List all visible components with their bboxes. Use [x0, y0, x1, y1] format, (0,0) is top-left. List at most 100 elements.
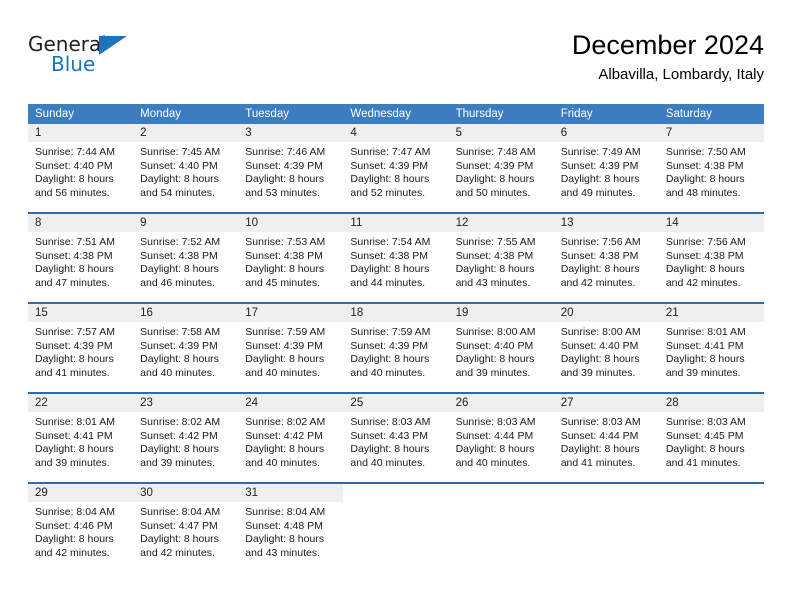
sunset-text: Sunset: 4:39 PM	[455, 159, 534, 172]
day-cell[interactable]: 10 Sunrise: 7:53 AM Sunset: 4:38 PM Dayligh…	[238, 214, 344, 298]
day-number: 20	[553, 304, 659, 322]
day-details: Sunrise: 8:01 AM Sunset: 4:41 PM Daylight:…	[28, 412, 133, 470]
title-block: December 2024 Albavilla, Lombardy, Italy	[572, 28, 764, 86]
day-number	[658, 484, 764, 502]
sunrise-text: Sunrise: 7:55 AM	[455, 236, 536, 248]
day-cell[interactable]: 27 Sunrise: 8:03 AM Sunset: 4:44 PM Dayligh…	[553, 394, 659, 478]
day-cell[interactable]: 6 Sunrise: 7:49 AM Sunset: 4:39 PM Daylight…	[553, 124, 659, 208]
daylight-text-line1: Daylight: 8 hours	[245, 533, 325, 545]
day-cell[interactable]: 25 Sunrise: 8:03 AM Sunset: 4:43 PM Dayligh…	[343, 394, 449, 478]
daylight-text-line2: and 45 minutes.	[245, 276, 320, 289]
daylight-text-line1: Daylight: 8 hours	[35, 173, 114, 185]
sunrise-text: Sunrise: 7:44 AM	[35, 146, 115, 158]
sunset-text: Sunset: 4:40 PM	[140, 159, 218, 172]
sunrise-text: Sunrise: 8:00 AM	[455, 326, 536, 338]
day-cell[interactable]: 15 Sunrise: 7:57 AM Sunset: 4:39 PM Dayligh…	[28, 304, 134, 388]
day-cell[interactable]: 19 Sunrise: 8:00 AM Sunset: 4:40 PM Dayligh…	[448, 304, 554, 388]
daylight-text-line1: Daylight: 8 hours	[140, 443, 219, 455]
day-number	[343, 484, 449, 502]
day-cell-empty	[553, 484, 659, 568]
day-details: Sunrise: 7:49 AM Sunset: 4:39 PM Daylight:…	[554, 142, 659, 200]
day-number: 31	[238, 484, 344, 502]
daylight-text-line1: Daylight: 8 hours	[350, 443, 430, 455]
day-cell[interactable]: 17 Sunrise: 7:59 AM Sunset: 4:39 PM Dayligh…	[238, 304, 344, 388]
day-cell[interactable]: 9 Sunrise: 7:52 AM Sunset: 4:38 PM Daylight…	[133, 214, 239, 298]
sunrise-text: Sunrise: 8:03 AM	[560, 416, 641, 428]
day-number: 8	[28, 214, 134, 232]
day-cell[interactable]: 26 Sunrise: 8:03 AM Sunset: 4:44 PM Dayligh…	[448, 394, 554, 478]
day-details	[659, 502, 764, 506]
day-cell[interactable]: 31 Sunrise: 8:04 AM Sunset: 4:48 PM Dayligh…	[238, 484, 344, 568]
sunrise-text: Sunrise: 7:53 AM	[245, 236, 326, 248]
daylight-text-line2: and 43 minutes.	[455, 276, 531, 289]
day-number: 18	[343, 304, 449, 322]
day-cell[interactable]: 14 Sunrise: 7:56 AM Sunset: 4:38 PM Dayligh…	[658, 214, 764, 298]
daylight-text-line2: and 49 minutes.	[560, 186, 636, 199]
day-number: 9	[133, 214, 239, 232]
day-details	[554, 502, 659, 506]
sunrise-text: Sunrise: 7:49 AM	[560, 146, 641, 158]
daylight-text-line1: Daylight: 8 hours	[665, 443, 745, 455]
day-number: 12	[448, 214, 554, 232]
sunrise-text: Sunrise: 8:01 AM	[665, 326, 746, 338]
sunset-text: Sunset: 4:38 PM	[560, 249, 639, 262]
day-cell[interactable]: 20 Sunrise: 8:00 AM Sunset: 4:40 PM Dayligh…	[553, 304, 659, 388]
daylight-text-line1: Daylight: 8 hours	[245, 173, 325, 185]
day-cell[interactable]: 4 Sunrise: 7:47 AM Sunset: 4:39 PM Daylight…	[343, 124, 449, 208]
day-details: Sunrise: 8:01 AM Sunset: 4:41 PM Daylight:…	[659, 322, 764, 380]
day-cell[interactable]: 28 Sunrise: 8:03 AM Sunset: 4:45 PM Dayligh…	[658, 394, 764, 478]
day-number: 19	[448, 304, 554, 322]
daylight-text-line1: Daylight: 8 hours	[560, 263, 640, 275]
sunrise-text: Sunrise: 8:03 AM	[350, 416, 431, 428]
day-cell[interactable]: 13 Sunrise: 7:56 AM Sunset: 4:38 PM Dayligh…	[553, 214, 659, 298]
sunset-text: Sunset: 4:38 PM	[665, 249, 744, 262]
day-details: Sunrise: 7:55 AM Sunset: 4:38 PM Daylight:…	[449, 232, 554, 290]
day-cell[interactable]: 11 Sunrise: 7:54 AM Sunset: 4:38 PM Dayligh…	[343, 214, 449, 298]
sunrise-text: Sunrise: 7:52 AM	[140, 236, 221, 248]
day-cell[interactable]: 18 Sunrise: 7:59 AM Sunset: 4:39 PM Dayligh…	[343, 304, 449, 388]
day-cell[interactable]: 24 Sunrise: 8:02 AM Sunset: 4:42 PM Dayligh…	[238, 394, 344, 478]
day-cell[interactable]: 5 Sunrise: 7:48 AM Sunset: 4:39 PM Daylight…	[448, 124, 554, 208]
daylight-text-line2: and 50 minutes.	[455, 186, 531, 199]
daylight-text-line1: Daylight: 8 hours	[140, 533, 219, 545]
sunrise-text: Sunrise: 8:01 AM	[35, 416, 115, 428]
day-cell[interactable]: 3 Sunrise: 7:46 AM Sunset: 4:39 PM Daylight…	[238, 124, 344, 208]
sunset-text: Sunset: 4:48 PM	[245, 519, 323, 532]
daylight-text-line1: Daylight: 8 hours	[560, 353, 640, 365]
day-details: Sunrise: 7:45 AM Sunset: 4:40 PM Daylight:…	[133, 142, 238, 200]
sunset-text: Sunset: 4:43 PM	[350, 429, 429, 442]
day-cell[interactable]: 16 Sunrise: 7:58 AM Sunset: 4:39 PM Dayligh…	[133, 304, 239, 388]
daylight-text-line2: and 56 minutes.	[35, 186, 110, 199]
sunrise-text: Sunrise: 7:47 AM	[350, 146, 431, 158]
daylight-text-line1: Daylight: 8 hours	[665, 173, 745, 185]
sunrise-text: Sunrise: 7:50 AM	[665, 146, 746, 158]
day-cell[interactable]: 22 Sunrise: 8:01 AM Sunset: 4:41 PM Dayligh…	[28, 394, 134, 478]
daylight-text-line2: and 39 minutes.	[455, 366, 531, 379]
sunset-text: Sunset: 4:38 PM	[455, 249, 534, 262]
day-details: Sunrise: 7:44 AM Sunset: 4:40 PM Daylight:…	[28, 142, 133, 200]
daylight-text-line2: and 54 minutes.	[140, 186, 215, 199]
day-cell[interactable]: 30 Sunrise: 8:04 AM Sunset: 4:47 PM Dayligh…	[133, 484, 239, 568]
page-title: December 2024	[571, 30, 764, 60]
day-cell[interactable]: 12 Sunrise: 7:55 AM Sunset: 4:38 PM Dayligh…	[448, 214, 554, 298]
day-cell[interactable]: 8 Sunrise: 7:51 AM Sunset: 4:38 PM Daylight…	[28, 214, 134, 298]
sunset-text: Sunset: 4:41 PM	[35, 429, 113, 442]
day-cell[interactable]: 29 Sunrise: 8:04 AM Sunset: 4:46 PM Dayligh…	[28, 484, 134, 568]
day-cell[interactable]: 7 Sunrise: 7:50 AM Sunset: 4:38 PM Daylight…	[658, 124, 764, 208]
daylight-text-line1: Daylight: 8 hours	[455, 173, 535, 185]
weekday-header-sunday: Sunday	[35, 108, 75, 120]
generalblue-logo[interactable]: General Blue	[28, 32, 138, 78]
day-cell[interactable]: 1 Sunrise: 7:44 AM Sunset: 4:40 PM Daylight…	[28, 124, 134, 208]
day-cell[interactable]: 21 Sunrise: 8:01 AM Sunset: 4:41 PM Dayligh…	[658, 304, 764, 388]
weekday-header-row: Sunday Monday Tuesday Wednesday Thursday…	[28, 104, 764, 124]
sunset-text: Sunset: 4:45 PM	[665, 429, 744, 442]
weekday-header-thursday: Thursday	[455, 108, 504, 120]
day-number: 13	[553, 214, 659, 232]
sunset-text: Sunset: 4:38 PM	[665, 159, 744, 172]
day-cell[interactable]: 23 Sunrise: 8:02 AM Sunset: 4:42 PM Dayligh…	[133, 394, 239, 478]
day-details: Sunrise: 8:02 AM Sunset: 4:42 PM Daylight:…	[133, 412, 238, 470]
week-row: 22 Sunrise: 8:01 AM Sunset: 4:41 PM Dayligh…	[28, 392, 764, 478]
day-cell[interactable]: 2 Sunrise: 7:45 AM Sunset: 4:40 PM Daylight…	[133, 124, 239, 208]
sunrise-text: Sunrise: 8:04 AM	[140, 506, 221, 518]
page-header: General Blue December 2024 Albavilla, Lo…	[28, 28, 764, 94]
